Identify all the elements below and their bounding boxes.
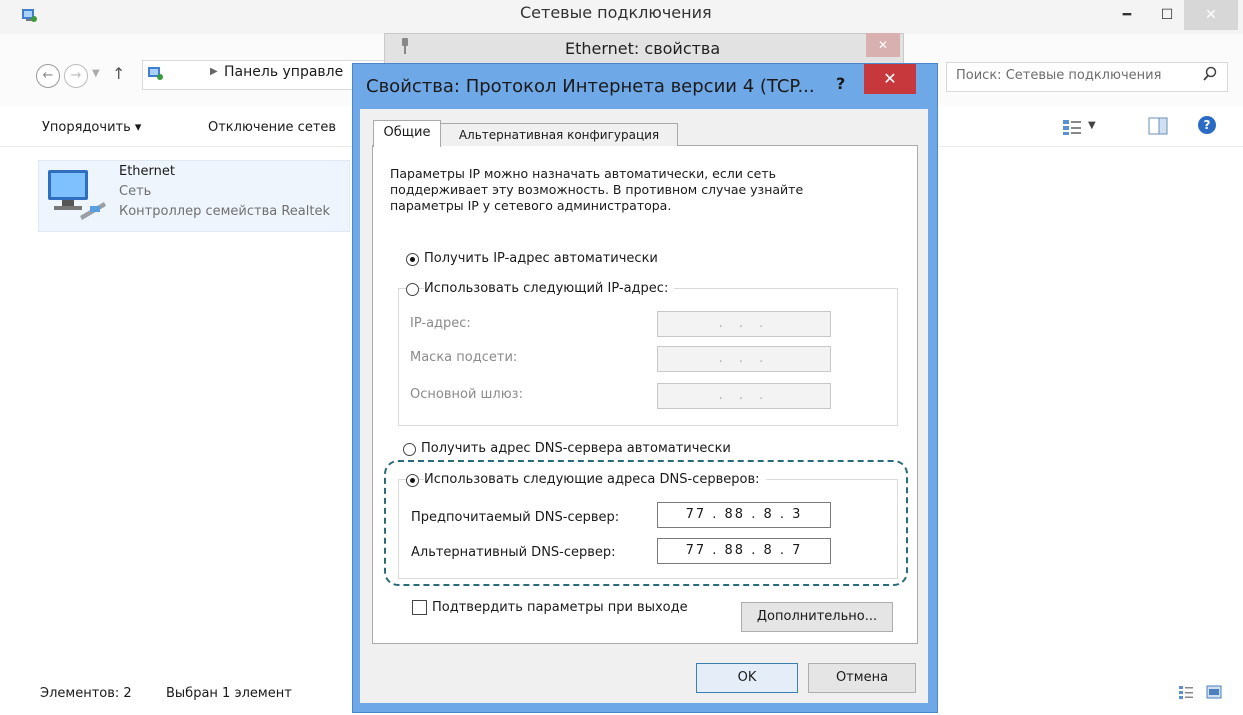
network-adapter-icon [48,170,106,220]
close-button[interactable]: ✕ [1184,0,1238,30]
network-folder-icon [22,9,37,22]
tab-alternate-configuration[interactable]: Альтернативная конфигурация [440,123,678,146]
validate-on-exit-label[interactable]: Подтвердить параметры при выходе [432,600,688,615]
breadcrumb-control-panel[interactable]: Панель управле [224,64,343,80]
search-icon[interactable] [1202,66,1218,82]
ip-manual-label[interactable]: Использовать следующий IP-адрес: [424,281,675,296]
subnet-mask-field[interactable]: . . . [657,346,831,372]
ethernet-dialog-close-button[interactable]: ✕ [866,33,900,57]
ipv4-dialog-close-button[interactable]: ✕ [864,64,916,94]
explorer-title: Сетевые подключения [520,3,712,22]
item-count: Элементов: 2 [40,686,132,701]
history-dropdown-icon[interactable]: ▼ [92,68,100,79]
breadcrumb-separator-icon[interactable]: ▶ [210,66,218,77]
ip-manual-radio[interactable] [406,283,419,296]
ethernet-dialog-title: Ethernet: свойства [565,39,721,58]
ip-address-label: IP-адрес: [410,316,471,331]
organize-button[interactable]: Упорядочить ▾ [42,120,141,135]
adapter-name: Ethernet [119,164,175,179]
ip-auto-label[interactable]: Получить IP-адрес автоматически [424,251,658,266]
subnet-mask-label: Маска подсети: [410,350,518,365]
dns-highlight-annotation [384,460,908,586]
change-view-icon[interactable] [1062,118,1082,136]
details-view-icon[interactable] [1178,685,1194,699]
preview-pane-icon[interactable] [1148,117,1168,135]
forward-button[interactable]: → [64,64,88,88]
view-dropdown-icon[interactable]: ▼ [1088,120,1096,131]
up-arrow-icon[interactable]: ↑ [112,64,125,83]
search-placeholder: Поиск: Сетевые подключения [956,68,1162,83]
selection-count: Выбран 1 элемент [166,686,292,701]
ip-address-field[interactable]: . . . [657,311,831,337]
control-panel-icon [148,67,163,80]
default-gateway-label: Основной шлюз: [410,387,523,402]
validate-on-exit-checkbox[interactable] [412,600,427,615]
ipv4-dialog-title: Свойства: Протокол Интернета версии 4 (T… [366,76,815,97]
back-button[interactable]: ← [36,64,60,88]
dns-auto-label[interactable]: Получить адрес DNS-сервера автоматически [421,441,731,456]
adapter-type: Сеть [119,184,152,199]
disable-network-button[interactable]: Отключение сетев [208,120,336,135]
adapter-controller: Контроллер семейства Realtek [119,204,330,219]
ip-auto-radio[interactable] [406,253,419,266]
large-icons-view-icon[interactable] [1206,685,1222,699]
dns-auto-radio[interactable] [403,443,416,456]
help-button[interactable]: ? [836,74,845,93]
help-icon[interactable]: ? [1198,116,1216,134]
ok-button[interactable]: OK [696,663,798,693]
tab-general[interactable]: Общие [373,120,441,147]
default-gateway-field[interactable]: . . . [657,383,831,409]
intro-description: Параметры IP можно назначать автоматичес… [390,166,804,213]
advanced-button[interactable]: Дополнительно... [741,602,893,632]
cancel-button[interactable]: Отмена [808,663,916,693]
network-cable-icon [402,38,408,54]
